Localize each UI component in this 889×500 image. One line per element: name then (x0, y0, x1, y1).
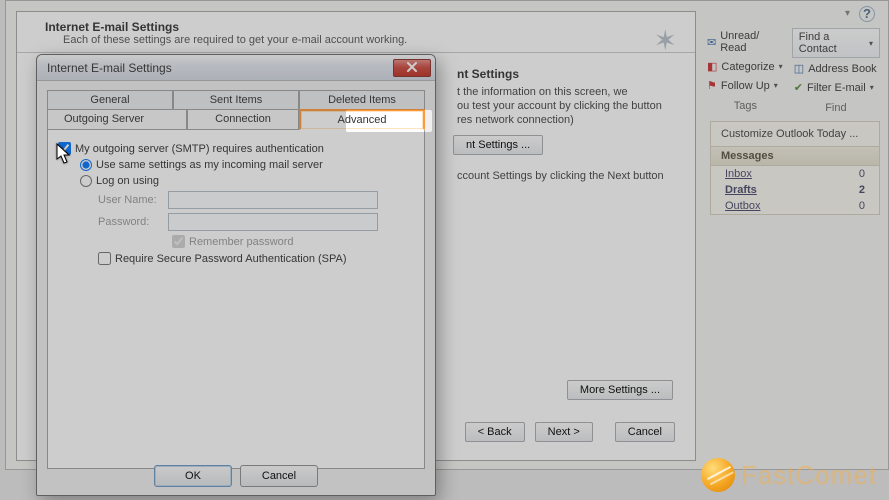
folder-link: Outbox (725, 200, 760, 212)
banner-subtitle: Each of these settings are required to g… (17, 34, 695, 53)
log-on-label: Log on using (96, 175, 159, 187)
password-label: Password: (98, 216, 168, 228)
wizard-next-button[interactable]: Next > (535, 422, 593, 442)
remember-label: Remember password (189, 236, 294, 248)
follow-up-button[interactable]: ⚑Follow Up▾ (705, 77, 786, 94)
wizard-cancel-button[interactable]: Cancel (615, 422, 675, 442)
tab-strip: General Sent Items Deleted Items Outgoin… (47, 89, 425, 129)
close-button[interactable] (393, 59, 431, 77)
test-settings-heading: nt Settings (417, 53, 695, 85)
folder-row-inbox[interactable]: Inbox 0 (711, 166, 879, 182)
modal-button-row: OK Cancel (37, 465, 435, 487)
email-settings-modal: Internet E-mail Settings General Sent It… (36, 54, 436, 496)
after-next-line: ccount Settings by clicking the Next but… (417, 169, 695, 183)
wizard-back-button[interactable]: < Back (465, 422, 525, 442)
ribbon-dropdown-icon[interactable]: ▾ (845, 8, 850, 19)
test-account-settings-button[interactable]: nt Settings ... (453, 135, 543, 155)
filter-email-button[interactable]: ✔Filter E-mail▾ (792, 79, 880, 96)
use-same-row[interactable]: Use same settings as my incoming mail se… (58, 157, 414, 173)
remember-row: Remember password (58, 233, 414, 250)
remember-checkbox (172, 235, 185, 248)
more-settings-button[interactable]: More Settings ... (567, 380, 673, 400)
username-input (168, 191, 378, 209)
ribbon-right: ▾ ? ✉Unread/ Read ◧Categorize▾ ⚑Follow U… (705, 6, 880, 101)
categorize-button[interactable]: ◧Categorize▾ (705, 58, 786, 75)
spa-row[interactable]: Require Secure Password Authentication (… (58, 250, 414, 267)
folder-link: Drafts (725, 184, 757, 196)
use-same-label: Use same settings as my incoming mail se… (96, 159, 323, 171)
tab-deleted-items[interactable]: Deleted Items (299, 90, 425, 109)
modal-title: Internet E-mail Settings (47, 61, 172, 75)
outlook-today-panel: Customize Outlook Today ... Messages Inb… (710, 121, 880, 215)
test-line-2: ou test your account by clicking the but… (417, 99, 695, 113)
tags-section-label: Tags (705, 100, 786, 112)
watermark-text: FastComet (741, 460, 877, 491)
smtp-auth-row[interactable]: My outgoing server (SMTP) requires authe… (58, 140, 414, 157)
smtp-auth-label: My outgoing server (SMTP) requires authe… (75, 143, 324, 155)
smtp-auth-checkbox[interactable] (58, 142, 71, 155)
find-section-label: Find (792, 102, 880, 114)
customize-link[interactable]: Customize Outlook Today ... (711, 122, 879, 146)
folder-link: Inbox (725, 168, 752, 180)
address-book-button[interactable]: ◫Address Book (792, 60, 880, 77)
tab-panel-outgoing-server: My outgoing server (SMTP) requires authe… (47, 129, 425, 469)
banner-title: Internet E-mail Settings (17, 12, 695, 34)
spa-label: Require Secure Password Authentication (… (115, 253, 347, 265)
password-input (168, 213, 378, 231)
folder-count: 0 (859, 200, 865, 212)
modal-titlebar[interactable]: Internet E-mail Settings (37, 55, 435, 81)
ok-button[interactable]: OK (154, 465, 232, 487)
tab-general[interactable]: General (47, 90, 173, 109)
folder-row-drafts[interactable]: Drafts 2 (711, 182, 879, 198)
messages-heading: Messages (711, 146, 879, 166)
tab-connection[interactable]: Connection (187, 109, 299, 130)
spa-checkbox[interactable] (98, 252, 111, 265)
help-icon[interactable]: ? (859, 6, 875, 22)
log-on-row[interactable]: Log on using (58, 173, 414, 189)
watermark: FastComet (701, 458, 877, 492)
tab-sent-items[interactable]: Sent Items (173, 90, 299, 109)
log-on-radio[interactable] (80, 175, 92, 187)
folder-count: 2 (859, 184, 865, 196)
username-label: User Name: (98, 194, 168, 206)
unread-read-button[interactable]: ✉Unread/ Read (705, 28, 786, 56)
test-line-3: res network connection) (417, 113, 695, 127)
tab-outgoing-server[interactable]: Outgoing Server (47, 109, 187, 130)
tab-advanced[interactable]: Advanced (299, 109, 425, 130)
watermark-logo-icon (701, 458, 735, 492)
test-line-1: t the information on this screen, we (417, 85, 695, 99)
folder-count: 0 (859, 168, 865, 180)
cursor-star-icon: ✶ (654, 24, 677, 57)
username-row: User Name: (58, 189, 414, 211)
cancel-button[interactable]: Cancel (240, 465, 318, 487)
password-row: Password: (58, 211, 414, 233)
find-contact-input[interactable]: Find a Contact▾ (792, 28, 880, 58)
use-same-radio[interactable] (80, 159, 92, 171)
folder-row-outbox[interactable]: Outbox 0 (711, 198, 879, 214)
